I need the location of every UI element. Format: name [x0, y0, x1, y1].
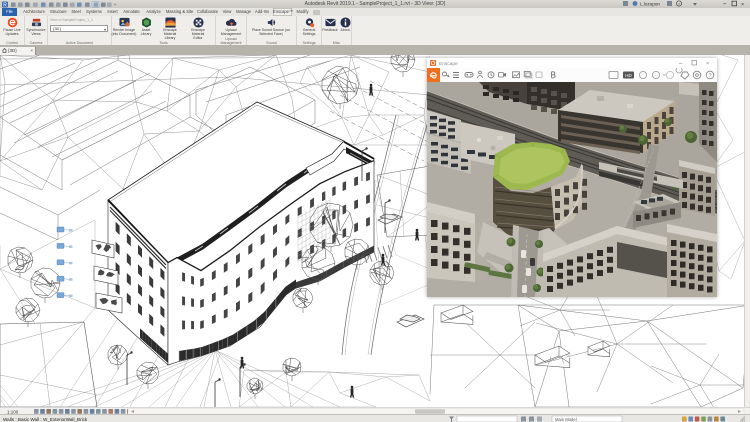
- svg-text:Main Model: Main Model: [555, 417, 577, 422]
- svg-text:×: ×: [706, 61, 709, 67]
- svg-text:Walls : Basic Wall : W_Exterio: Walls : Basic Wall : W_ExteriorWall_Bric…: [3, 417, 88, 422]
- svg-text:HD: HD: [625, 73, 632, 78]
- svg-text:Enscape: Enscape: [439, 61, 458, 67]
- svg-text:L.lozupon: L.lozupon: [640, 2, 660, 7]
- svg-text:–: –: [723, 2, 727, 8]
- svg-text:?: ?: [709, 73, 712, 79]
- svg-text:×: ×: [741, 2, 744, 8]
